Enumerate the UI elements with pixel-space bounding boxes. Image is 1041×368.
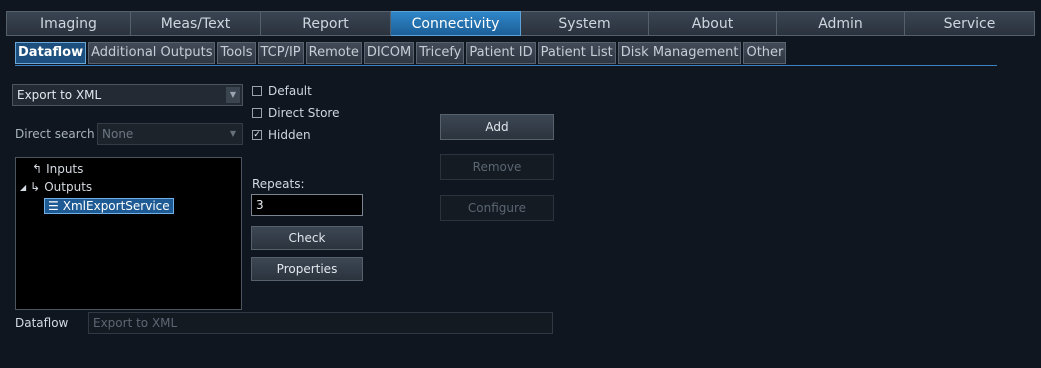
subtab-dataflow[interactable]: Dataflow <box>15 42 87 64</box>
tab-system[interactable]: System <box>521 11 649 36</box>
direct-search-select[interactable]: None ▼ <box>97 123 243 145</box>
subtab-other[interactable]: Other <box>743 42 787 64</box>
chevron-down-icon[interactable]: ▼ <box>226 87 240 103</box>
database-icon: ☰ <box>48 199 59 213</box>
hidden-checkbox-box[interactable]: ✓ <box>252 130 262 140</box>
output-arrow-icon: ↳ <box>30 180 41 194</box>
tab-imaging[interactable]: Imaging <box>6 11 131 36</box>
direct-store-checkbox-label: Direct Store <box>268 106 340 120</box>
tree-item-inputs[interactable]: ↰ Inputs <box>32 162 83 176</box>
chevron-down-icon: ▼ <box>229 129 237 138</box>
dataflow-select[interactable]: Export to XML ▼ <box>12 84 243 106</box>
dataflow-name-input[interactable]: Export to XML <box>88 312 553 334</box>
direct-search-value: None <box>102 127 134 141</box>
tab-admin[interactable]: Admin <box>777 11 905 36</box>
subtab-tricefy[interactable]: Tricefy <box>416 42 465 64</box>
sub-tab-underline <box>15 65 997 66</box>
subtab-tcp-ip[interactable]: TCP/IP <box>257 42 304 64</box>
direct-store-checkbox-box[interactable] <box>252 108 262 118</box>
hidden-checkbox[interactable]: ✓ Hidden <box>252 128 311 142</box>
tab-report[interactable]: Report <box>261 11 391 36</box>
add-button[interactable]: Add <box>440 114 554 140</box>
repeats-label: Repeats: <box>252 177 305 191</box>
subtab-tools[interactable]: Tools <box>217 42 256 64</box>
tree-item-outputs-label: Outputs <box>44 180 93 194</box>
direct-store-checkbox[interactable]: Direct Store <box>252 106 339 120</box>
default-checkbox-label: Default <box>268 84 312 98</box>
subtab-remote[interactable]: Remote <box>305 42 362 64</box>
subtab-patient-id[interactable]: Patient ID <box>466 42 536 64</box>
hidden-checkbox-label: Hidden <box>268 128 311 142</box>
tab-service[interactable]: Service <box>905 11 1035 36</box>
tab-connectivity[interactable]: Connectivity <box>391 11 521 36</box>
subtab-patient-list[interactable]: Patient List <box>537 42 616 64</box>
default-checkbox-box[interactable] <box>252 86 262 96</box>
default-checkbox[interactable]: Default <box>252 84 312 98</box>
tree-item-outputs[interactable]: ◢ ↳ Outputs <box>20 180 92 194</box>
dataflow-select-value: Export to XML <box>17 88 102 102</box>
properties-button[interactable]: Properties <box>251 257 363 281</box>
check-button[interactable]: Check <box>251 226 363 250</box>
return-arrow-icon: ↰ <box>32 162 43 176</box>
configure-button[interactable]: Configure <box>440 195 554 221</box>
direct-search-label: Direct search <box>15 127 95 141</box>
repeats-input[interactable]: 3 <box>251 194 363 216</box>
connectivity-dataflow-screen: Imaging Meas/Text Report Connectivity Sy… <box>0 0 1041 368</box>
dataflow-tree[interactable]: ↰ Inputs ◢ ↳ Outputs ☰ XmlExportService <box>15 157 242 310</box>
subtab-dicom[interactable]: DICOM <box>363 42 415 64</box>
tab-about[interactable]: About <box>649 11 777 36</box>
tree-item-inputs-label: Inputs <box>46 162 84 176</box>
main-tab-bar: Imaging Meas/Text Report Connectivity Sy… <box>6 11 1035 36</box>
tree-item-xml-export-service[interactable]: ☰ XmlExportService <box>44 198 174 214</box>
subtab-disk-management[interactable]: Disk Management <box>617 42 742 64</box>
tab-meas-text[interactable]: Meas/Text <box>131 11 261 36</box>
remove-button[interactable]: Remove <box>440 154 554 180</box>
tree-item-service-label: XmlExportService <box>62 199 170 213</box>
subtab-additional-outputs[interactable]: Additional Outputs <box>88 42 216 64</box>
dataflow-name-label: Dataflow <box>15 316 69 330</box>
sub-tab-bar: Dataflow Additional Outputs Tools TCP/IP… <box>15 42 788 64</box>
expand-icon[interactable]: ◢ <box>20 183 26 192</box>
